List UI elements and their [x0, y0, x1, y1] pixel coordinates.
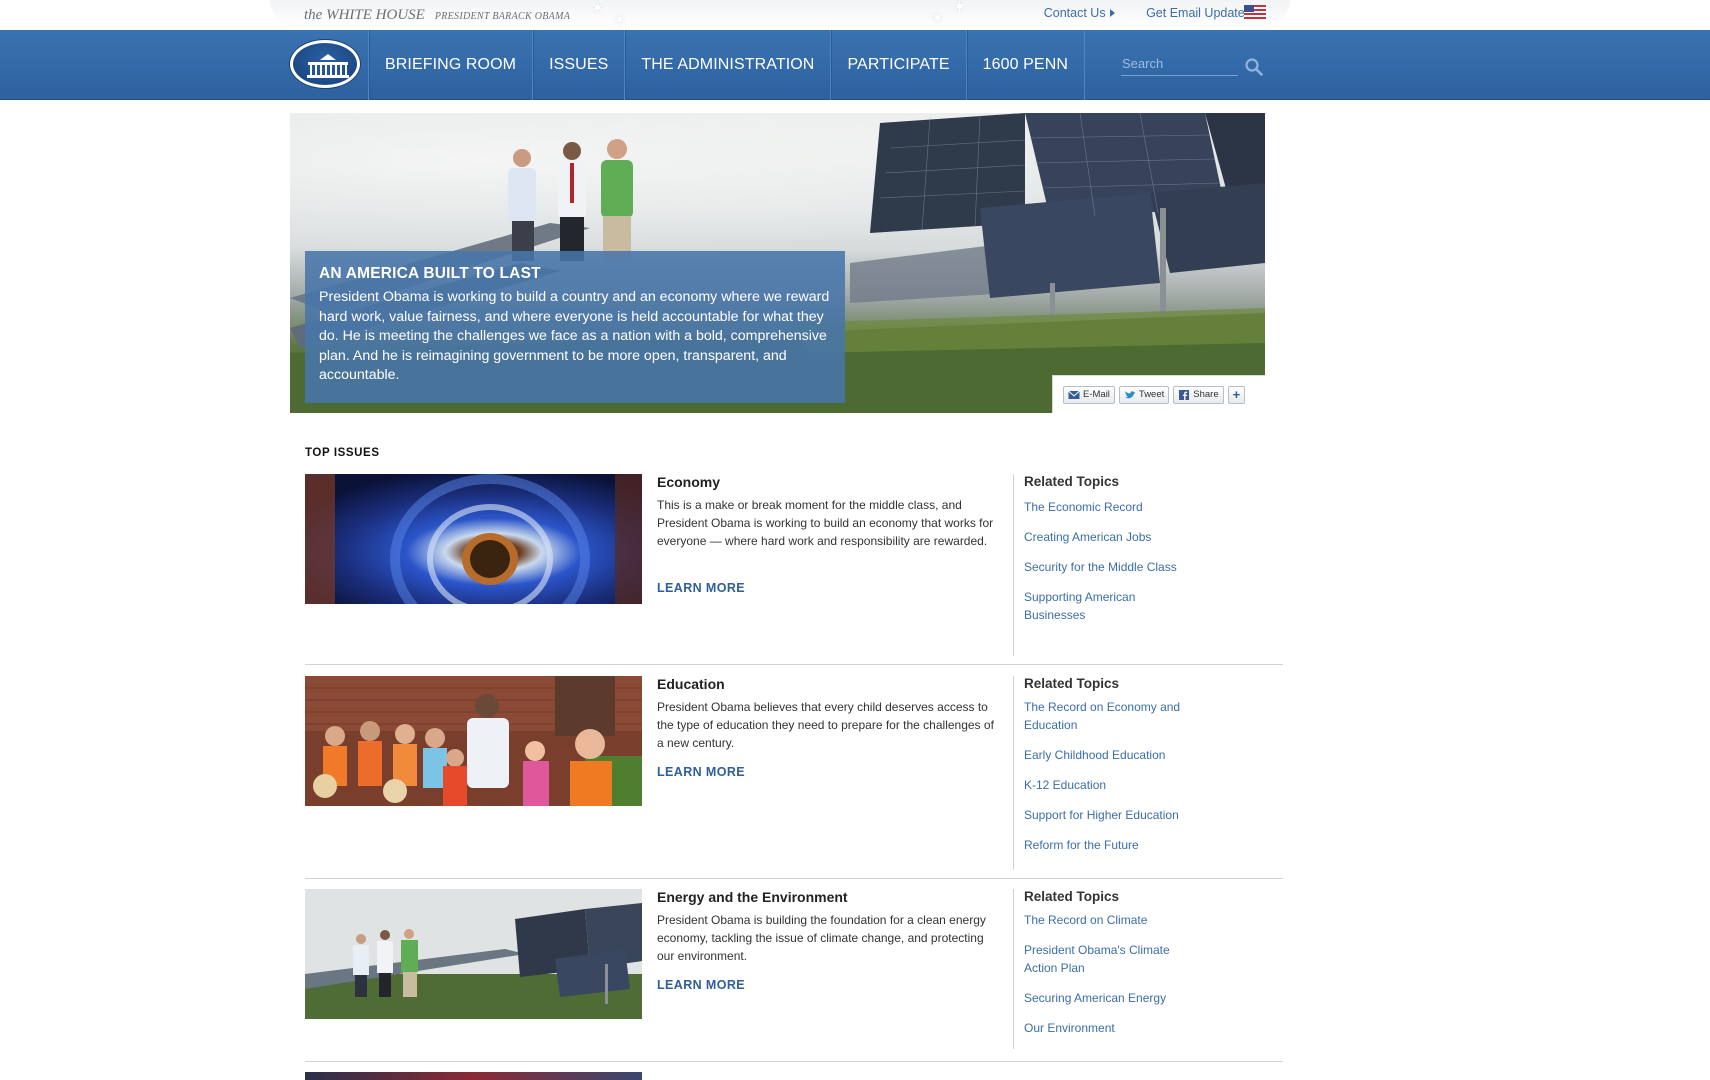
twitter-bird-icon	[1124, 391, 1136, 399]
column-divider	[1013, 889, 1014, 1049]
classroom-image	[305, 676, 642, 806]
white-house-seal-logo[interactable]	[290, 40, 360, 88]
white-house-icon	[307, 54, 349, 78]
star-icon: ✶	[612, 10, 628, 30]
utility-links: Contact Us Get Email Updates	[1016, 6, 1266, 20]
column-divider	[1013, 474, 1014, 656]
issue-energy-environment: Energy and the Environment President Oba…	[305, 889, 1283, 1062]
row-divider	[305, 664, 1283, 665]
issue-title[interactable]: Economy	[657, 474, 720, 490]
turbine-image	[305, 474, 642, 604]
related-topics-heading: Related Topics	[1024, 889, 1120, 904]
related-topic-link[interactable]: Supporting American Businesses	[1024, 588, 1199, 624]
related-topic-link[interactable]: K-12 Education	[1024, 776, 1199, 794]
energy-thumbnail[interactable]	[305, 889, 642, 1019]
facebook-share-button[interactable]: Share	[1173, 386, 1224, 404]
related-topic-link[interactable]: Support for Higher Education	[1024, 806, 1214, 824]
related-topic-link[interactable]: Securing American Energy	[1024, 989, 1199, 1007]
row-divider	[305, 1061, 1283, 1062]
plus-icon: +	[1232, 387, 1241, 402]
more-share-button[interactable]: +	[1227, 386, 1246, 404]
related-topic-link[interactable]: The Record on Climate	[1024, 911, 1199, 929]
learn-more-link[interactable]: LEARN MORE	[657, 978, 745, 992]
brand-title: the WHITE HOUSE	[304, 7, 425, 23]
next-issue-thumbnail[interactable]	[305, 1072, 642, 1080]
utility-bar: the WHITE HOUSE PRESIDENT BARACK OBAMA ✶…	[0, 0, 1710, 30]
learn-more-link[interactable]: LEARN MORE	[657, 765, 745, 779]
nav-1600-penn[interactable]: 1600 PENN	[965, 30, 1086, 100]
issue-description: President Obama believes that every chil…	[657, 700, 994, 750]
issue-education: Education President Obama believes that …	[305, 676, 1283, 879]
related-topic-link[interactable]: Our Environment	[1024, 1019, 1199, 1037]
nav-menu: BRIEFING ROOM ISSUES THE ADMINISTRATION …	[368, 30, 1086, 100]
issue-description: President Obama is building the foundati…	[657, 913, 986, 963]
search-input[interactable]	[1121, 52, 1238, 76]
hero-title[interactable]: AN AMERICA BUILT TO LAST	[319, 265, 831, 283]
caret-right-icon	[1109, 9, 1115, 17]
hero-banner[interactable]: AN AMERICA BUILT TO LAST President Obama…	[290, 113, 1265, 413]
learn-more-link[interactable]: LEARN MORE	[657, 581, 745, 595]
star-icon: ✶	[590, 0, 606, 18]
search-icon[interactable]	[1245, 58, 1263, 76]
hero-description: President Obama is working to build a co…	[319, 289, 830, 383]
nav-briefing-room[interactable]: BRIEFING ROOM	[368, 30, 532, 100]
nav-issues[interactable]: ISSUES	[532, 30, 624, 100]
related-topics-list: The Record on Economy and Education Earl…	[1024, 698, 1199, 866]
hero-caption-panel: AN AMERICA BUILT TO LAST President Obama…	[305, 251, 845, 403]
nav-participate[interactable]: PARTICIPATE	[830, 30, 965, 100]
facebook-icon	[1179, 390, 1190, 400]
site-brand[interactable]: the WHITE HOUSE PRESIDENT BARACK OBAMA	[304, 6, 570, 24]
tweet-button[interactable]: Tweet	[1118, 386, 1170, 404]
top-issues-heading: TOP ISSUES	[305, 447, 380, 459]
related-topic-link[interactable]: The Record on Economy and Education	[1024, 698, 1199, 734]
issue-title[interactable]: Energy and the Environment	[657, 889, 848, 905]
education-thumbnail[interactable]	[305, 676, 642, 806]
related-topics-list: The Economic Record Creating American Jo…	[1024, 498, 1199, 636]
issue-next-partial	[305, 1072, 1283, 1080]
star-icon: ✶	[930, 8, 946, 28]
related-topic-link[interactable]: The Economic Record	[1024, 498, 1199, 516]
share-toolbar: E-Mail Tweet Share +	[1052, 375, 1265, 413]
related-topic-link[interactable]: President Obama's Climate Action Plan	[1024, 941, 1199, 977]
row-divider	[305, 878, 1283, 879]
issue-description: This is a make or break moment for the m…	[657, 498, 994, 548]
related-topic-link[interactable]: Creating American Jobs	[1024, 528, 1199, 546]
related-topics-list: The Record on Climate President Obama's …	[1024, 911, 1199, 1049]
related-topic-link[interactable]: Reform for the Future	[1024, 836, 1199, 854]
economy-thumbnail[interactable]	[305, 474, 642, 604]
contact-us-link[interactable]: Contact Us	[1030, 6, 1115, 20]
column-divider	[1013, 676, 1014, 870]
related-topics-heading: Related Topics	[1024, 474, 1120, 489]
related-topic-link[interactable]: Security for the Middle Class	[1024, 558, 1199, 576]
solar-field-image	[305, 889, 642, 1019]
related-topics-heading: Related Topics	[1024, 676, 1120, 691]
brand-subtitle: PRESIDENT BARACK OBAMA	[434, 11, 571, 22]
main-navigation: BRIEFING ROOM ISSUES THE ADMINISTRATION …	[0, 30, 1710, 100]
email-share-button[interactable]: E-Mail	[1063, 386, 1115, 404]
us-flag-icon[interactable]	[1244, 5, 1266, 19]
issue-economy: Economy This is a make or break moment f…	[305, 474, 1283, 665]
issue-title[interactable]: Education	[657, 676, 725, 692]
envelope-icon	[1068, 390, 1080, 399]
related-topic-link[interactable]: Early Childhood Education	[1024, 746, 1199, 764]
star-icon: ✶	[952, 0, 968, 17]
nav-the-administration[interactable]: THE ADMINISTRATION	[624, 30, 830, 100]
